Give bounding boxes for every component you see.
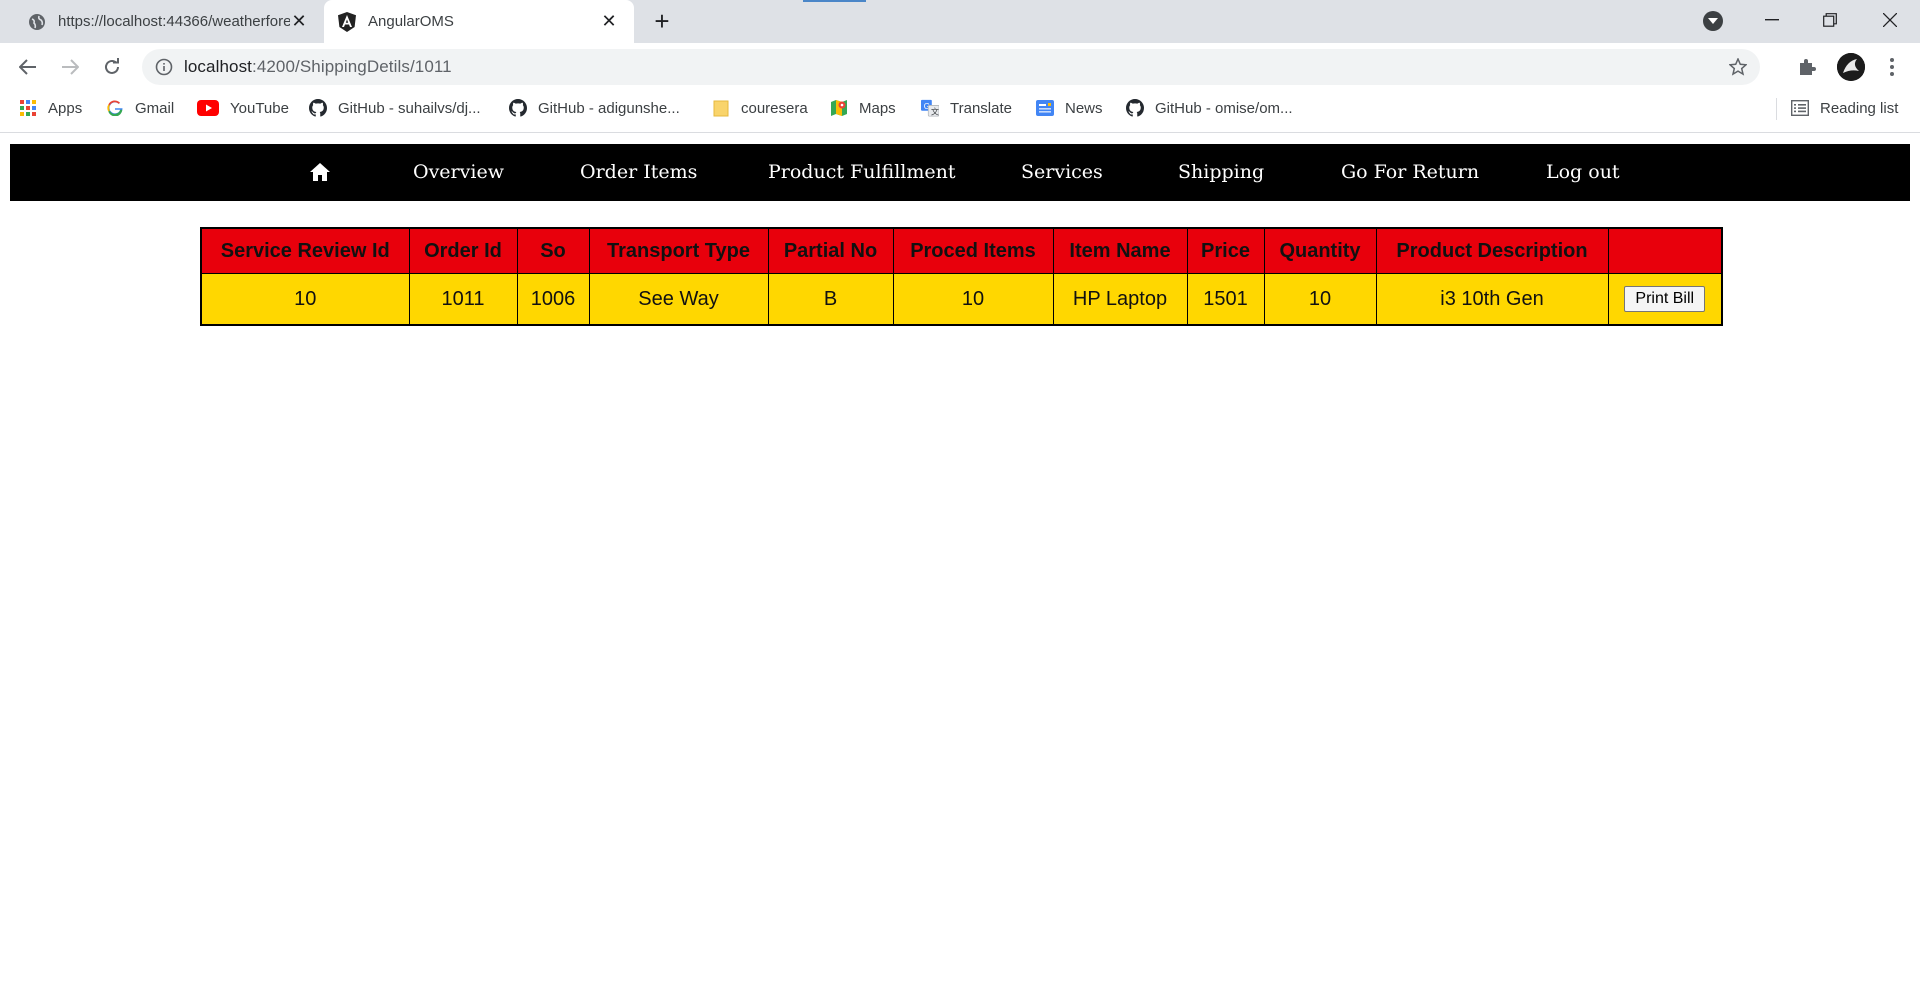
nav-product-fulfillment[interactable]: Product Fulfillment (768, 144, 955, 201)
app-navbar: Overview Order Items Product Fulfillment… (10, 144, 1910, 201)
bookmark-label: Maps (859, 99, 896, 117)
bookmark-label: YouTube (230, 99, 289, 117)
bookmark-gmail[interactable]: Gmail (106, 91, 174, 125)
close-tab-icon[interactable]: ✕ (600, 11, 618, 31)
folder-icon (712, 99, 730, 117)
restore-icon[interactable] (1802, 0, 1858, 40)
table-header-row: Service Review Id Order Id So Transport … (200, 227, 1723, 274)
angular-icon (338, 11, 356, 32)
profile-avatar[interactable] (1837, 53, 1865, 81)
url-host: localhost (184, 57, 252, 76)
bookmark-label: GitHub - adigunshe... (538, 99, 680, 117)
bookmark-label: GitHub - omise/om... (1155, 99, 1293, 117)
bookmark-news[interactable]: News (1036, 91, 1103, 125)
bookmark-translate[interactable]: G文 Translate (921, 91, 1012, 125)
address-bar[interactable]: localhost:4200/ShippingDetils/1011 (142, 49, 1760, 85)
minimize-icon[interactable] (1744, 0, 1800, 40)
tab-title: AngularOMS (368, 13, 454, 30)
tab-strip: https://localhost:44366/weatherforecast … (0, 0, 1920, 43)
cell-product-description: i3 10th Gen (1375, 273, 1609, 326)
tab-weatherforecast[interactable]: https://localhost:44366/weatherforecast … (0, 0, 324, 43)
reading-list-icon (1791, 99, 1809, 117)
bookmark-label: GitHub - suhailvs/dj... (338, 99, 481, 117)
column-header: Partial No (767, 227, 894, 274)
tab-title: https://localhost:44366/weatherforecast (58, 13, 290, 30)
tab-search-icon[interactable] (1703, 11, 1723, 31)
forward-icon[interactable] (56, 53, 84, 81)
column-header: Quantity (1263, 227, 1377, 274)
back-icon[interactable] (14, 53, 42, 81)
bookmark-github-omise[interactable]: GitHub - omise/om... (1126, 91, 1293, 125)
tab-angularoms[interactable]: AngularOMS ✕ (324, 0, 634, 43)
maps-icon (830, 99, 848, 117)
cell-quantity: 10 (1263, 273, 1377, 326)
bookmarks-bar: Apps Gmail YouTube GitHub - suhailvs/dj.… (0, 91, 1920, 133)
cell-actions: Print Bill (1607, 273, 1723, 326)
nav-log-out[interactable]: Log out (1546, 144, 1620, 201)
print-bill-button[interactable]: Print Bill (1624, 286, 1706, 312)
youtube-icon (197, 99, 219, 117)
cell-order-id: 1011 (408, 273, 518, 326)
close-tab-icon[interactable]: ✕ (290, 11, 308, 31)
column-header: Order Id (408, 227, 518, 274)
bookmark-label: News (1065, 99, 1103, 117)
news-icon (1036, 99, 1054, 117)
menu-kebab-icon[interactable] (1878, 53, 1906, 81)
url-text[interactable]: localhost:4200/ShippingDetils/1011 (184, 57, 452, 77)
bookmark-github-adigunshe[interactable]: GitHub - adigunshe... (509, 91, 680, 125)
column-header: Price (1186, 227, 1265, 274)
nav-order-items[interactable]: Order Items (580, 144, 697, 201)
translate-icon: G文 (921, 99, 939, 117)
cell-proced-items: 10 (892, 273, 1054, 326)
bookmarks-divider (1776, 98, 1777, 120)
column-header: Product Description (1375, 227, 1609, 274)
nav-shipping[interactable]: Shipping (1178, 144, 1264, 201)
column-header: Service Review Id (200, 227, 410, 274)
github-icon (309, 99, 327, 117)
new-tab-icon[interactable]: + (648, 8, 676, 36)
bookmark-couresera[interactable]: couresera (712, 91, 808, 125)
table-row: 10 1011 1006 See Way B 10 HP Laptop 1501… (200, 273, 1723, 326)
cell-transport-type: See Way (588, 273, 769, 326)
bookmark-label: Gmail (135, 99, 175, 117)
cell-partial-no: B (767, 273, 894, 326)
svg-text:文: 文 (931, 106, 939, 116)
github-icon (509, 99, 527, 117)
bookmark-github-suhailvs[interactable]: GitHub - suhailvs/dj... (309, 91, 481, 125)
site-info-icon[interactable] (154, 57, 174, 77)
cell-item-name: HP Laptop (1052, 273, 1188, 326)
google-icon (106, 99, 124, 117)
column-header-actions (1607, 227, 1723, 274)
github-icon (1126, 99, 1144, 117)
reading-list-button[interactable]: Reading list (1791, 91, 1898, 125)
bookmark-label: Translate (950, 99, 1012, 117)
cell-service-review-id: 10 (200, 273, 410, 326)
cell-so: 1006 (516, 273, 590, 326)
reading-list-label: Reading list (1820, 99, 1899, 117)
extensions-icon[interactable] (1793, 53, 1821, 81)
globe-icon (28, 13, 46, 31)
nav-overview[interactable]: Overview (413, 144, 504, 201)
nav-go-for-return[interactable]: Go For Return (1341, 144, 1479, 201)
apps-grid-icon (19, 99, 37, 117)
home-icon[interactable] (309, 162, 331, 182)
url-path: :4200/ShippingDetils/1011 (252, 57, 452, 76)
cell-price: 1501 (1186, 273, 1265, 326)
bookmark-star-icon[interactable] (1728, 57, 1748, 77)
bookmark-maps[interactable]: Maps (830, 91, 896, 125)
shipping-details-table: Service Review Id Order Id So Transport … (200, 227, 1723, 326)
browser-toolbar: localhost:4200/ShippingDetils/1011 (0, 43, 1920, 91)
bookmark-label: Apps (48, 99, 83, 117)
bookmark-youtube[interactable]: YouTube (197, 91, 289, 125)
close-window-icon[interactable] (1862, 0, 1918, 40)
column-header: So (516, 227, 590, 274)
nav-services[interactable]: Services (1021, 144, 1103, 201)
column-header: Item Name (1052, 227, 1188, 274)
reload-icon[interactable] (98, 53, 126, 81)
column-header: Proced Items (892, 227, 1054, 274)
bookmark-apps[interactable]: Apps (19, 91, 82, 125)
tab-strip-accent (803, 0, 866, 2)
bookmark-label: couresera (741, 99, 808, 117)
column-header: Transport Type (588, 227, 769, 274)
